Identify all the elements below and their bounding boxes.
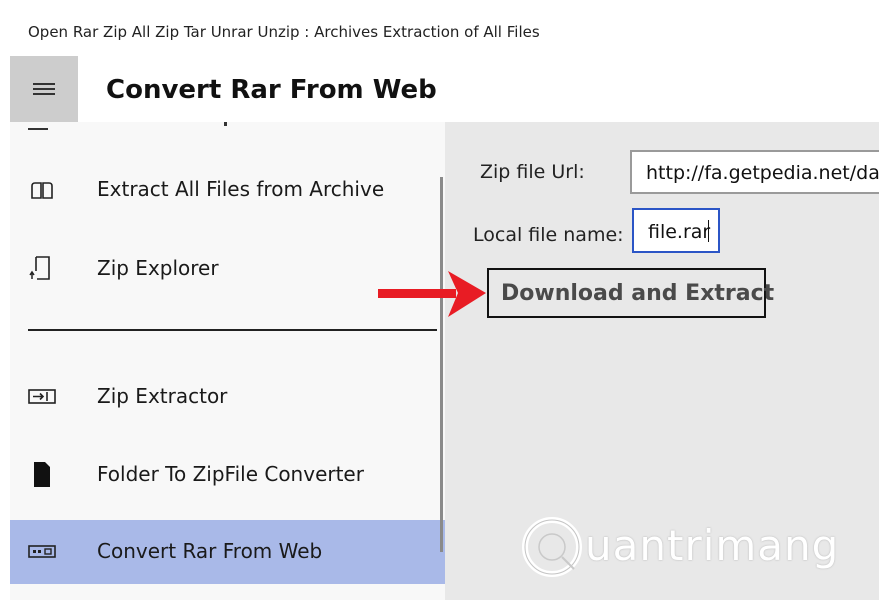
sidebar-divider — [28, 329, 437, 331]
watermark: uantrimang — [520, 515, 838, 583]
local-file-name-value: file.rar — [648, 221, 711, 243]
clipped-nav-icon — [28, 122, 48, 130]
hamburger-menu-button[interactable] — [10, 56, 78, 122]
title-bar: Open Rar Zip All Zip Tar Unrar Unzip : A… — [10, 0, 879, 56]
sidebar-nav: Extract All Files from Archive Zip Explo… — [10, 122, 445, 600]
hamburger-line-icon — [33, 83, 55, 85]
watermark-text: uantrimang — [585, 521, 840, 570]
download-and-extract-button[interactable]: Download and Extract — [487, 268, 774, 318]
window-frame-bottom — [0, 600, 879, 610]
sidebar-item-zip-extractor[interactable]: Zip Extractor — [10, 365, 445, 429]
hamburger-line-icon — [33, 88, 55, 90]
sidebar-item-convert-rar-web[interactable]: Convert Rar From Web — [10, 520, 445, 584]
sidebar-item-label: Convert Rar From Web — [97, 539, 323, 563]
local-file-name-label: Local file name: — [473, 224, 624, 246]
sidebar-item-folder-to-zip[interactable]: Folder To ZipFile Converter — [10, 443, 445, 507]
web-archive-icon — [28, 545, 56, 558]
sidebar-item-label: Zip Explorer — [97, 256, 219, 280]
hamburger-line-icon — [33, 93, 55, 95]
text-caret — [708, 220, 709, 242]
window-title: Open Rar Zip All Zip Tar Unrar Unzip : A… — [28, 23, 540, 41]
page-title: Convert Rar From Web — [106, 75, 437, 105]
open-book-icon — [31, 182, 53, 199]
url-label: Zip file Url: — [480, 161, 585, 183]
watermark-logo-icon — [522, 517, 582, 577]
red-arrow-icon — [378, 271, 486, 317]
extract-box-icon — [28, 389, 56, 404]
local-file-name-input[interactable]: file.rar — [632, 208, 720, 253]
window-frame-left — [0, 0, 10, 610]
clipped-nav-label — [224, 122, 227, 126]
zip-url-input[interactable]: http://fa.getpedia.net/dat — [630, 150, 879, 194]
sidebar-item-label: Zip Extractor — [97, 384, 228, 408]
sidebar-item-extract-all[interactable]: Extract All Files from Archive — [10, 158, 445, 222]
zip-url-value: http://fa.getpedia.net/dat — [646, 162, 879, 184]
sidebar-item-label: Folder To ZipFile Converter — [97, 462, 364, 486]
document-arrow-icon — [29, 256, 50, 280]
file-icon — [34, 462, 50, 487]
sidebar-item-label: Extract All Files from Archive — [97, 177, 385, 201]
download-and-extract-label: Download and Extract — [501, 281, 775, 306]
sidebar-scrollbar[interactable] — [440, 177, 443, 552]
